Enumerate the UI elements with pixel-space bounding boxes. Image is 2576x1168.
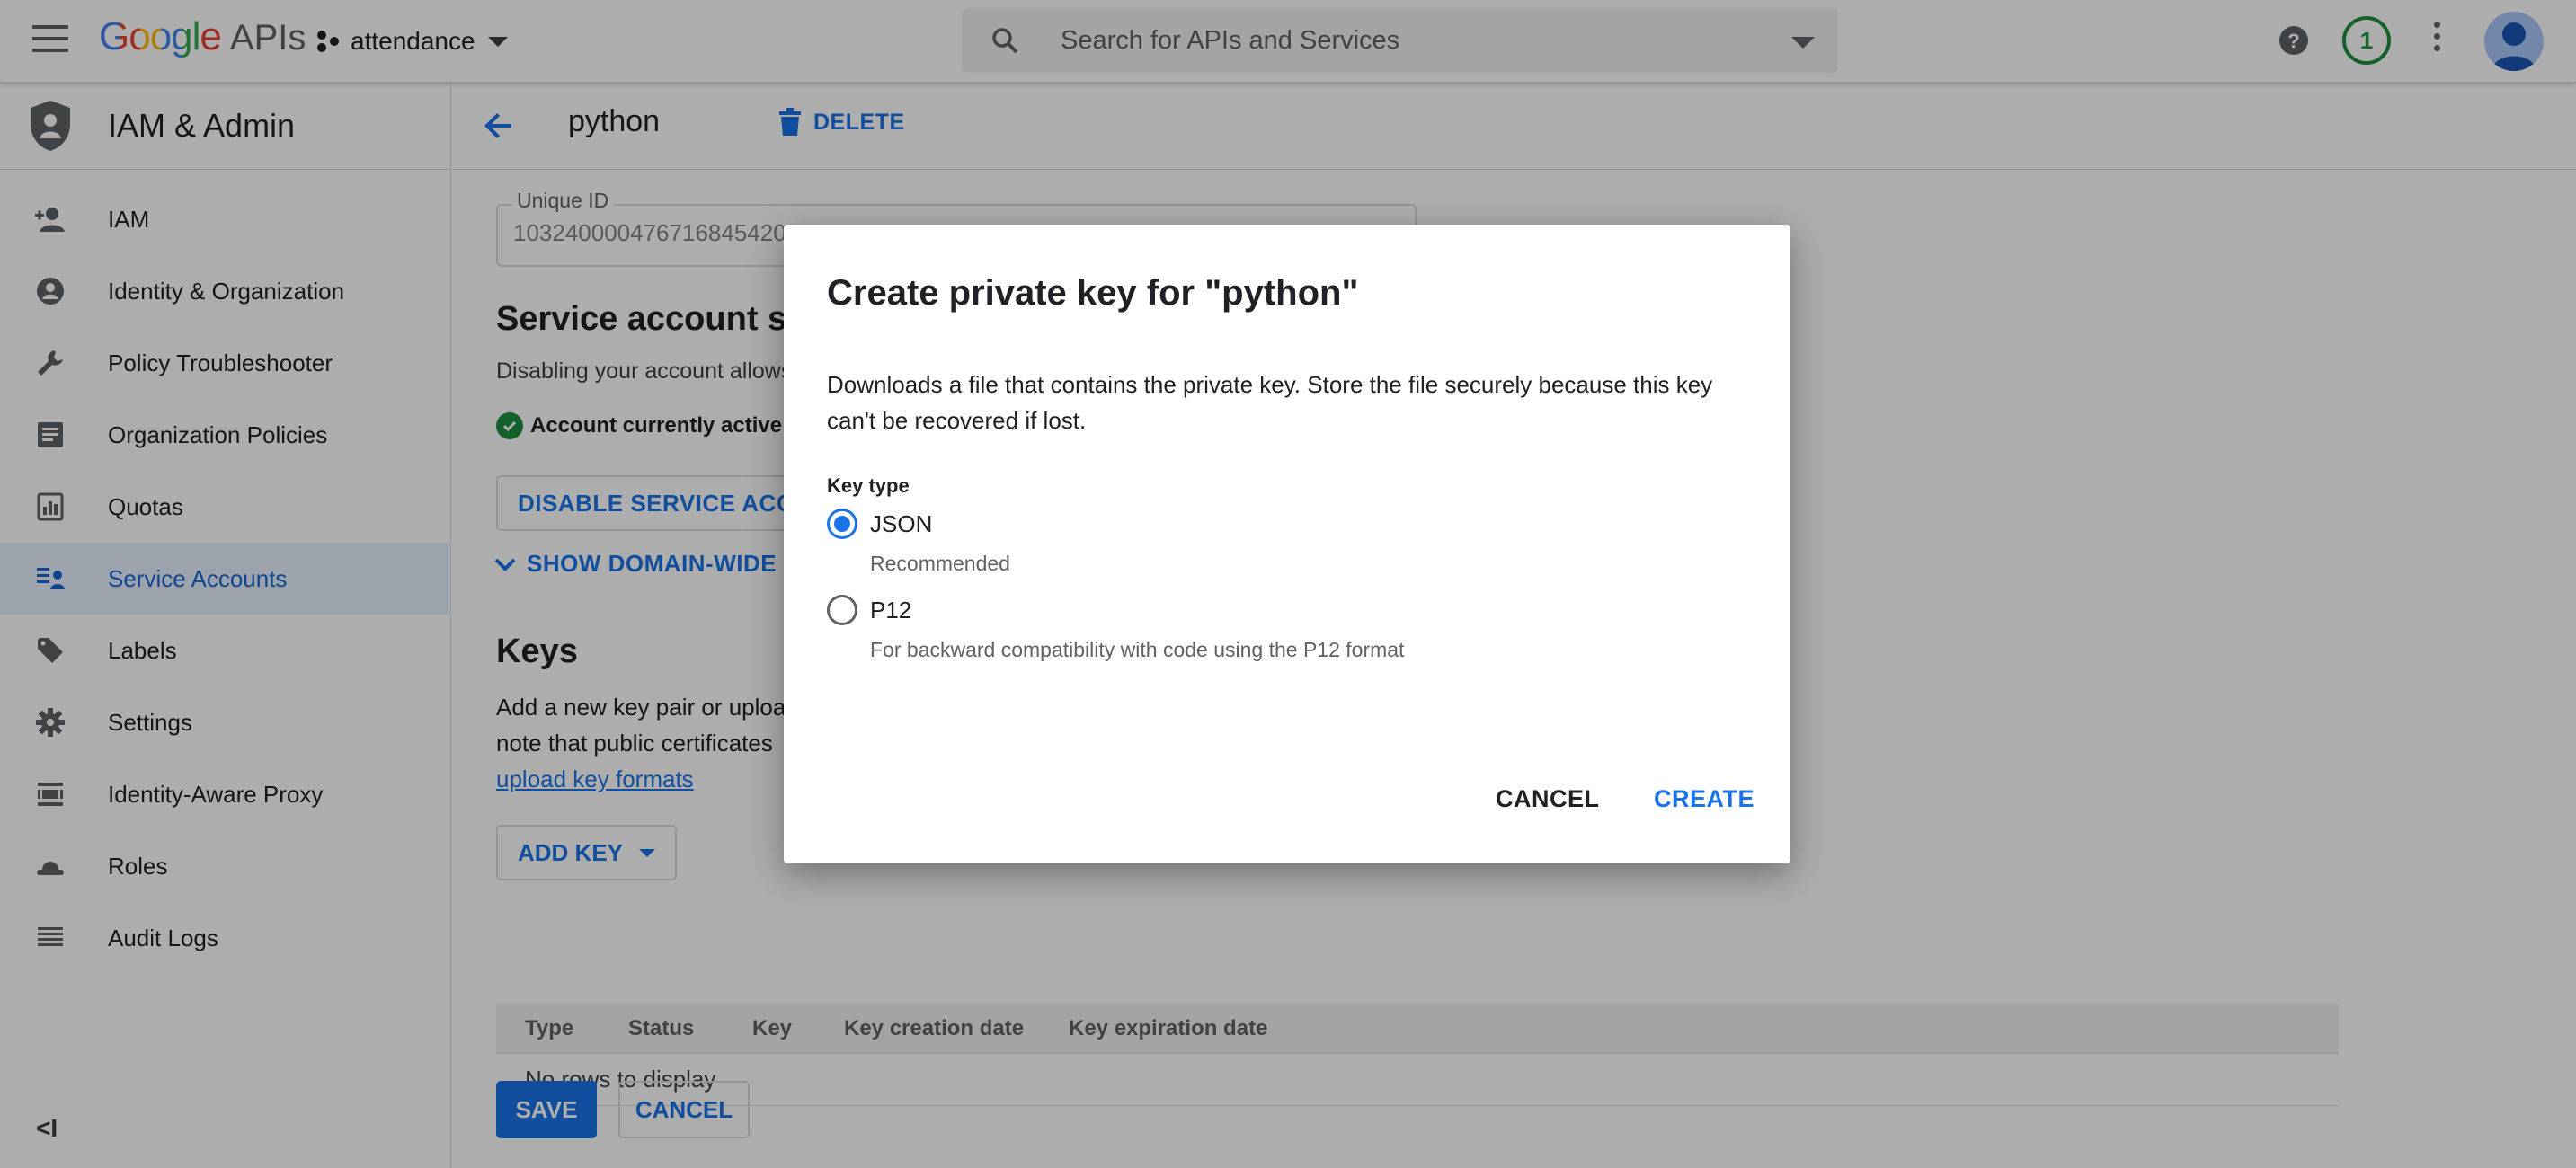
key-type-label: Key type [827,474,910,497]
dialog-create-button[interactable]: CREATE [1654,785,1754,813]
json-option-label[interactable]: JSON [870,510,932,538]
dialog-description: Downloads a file that contains the priva… [827,371,1713,434]
dialog-cancel-button[interactable]: CANCEL [1496,785,1600,813]
p12-radio[interactable] [827,595,857,625]
p12-option-sublabel: For backward compatibility with code usi… [870,638,1405,661]
json-radio[interactable] [827,509,857,539]
dialog-title: Create private key for "python" [827,273,1359,313]
p12-option-label[interactable]: P12 [870,597,911,624]
create-private-key-dialog: Create private key for "python" Download… [784,225,1790,863]
json-option-sublabel: Recommended [870,552,1010,575]
